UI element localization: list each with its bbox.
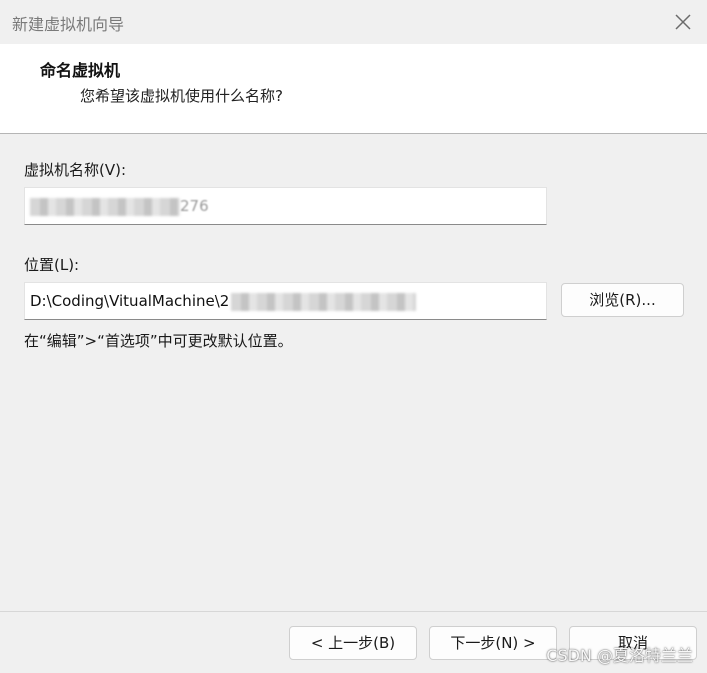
watermark: CSDN @夏洛特兰兰 [546, 646, 693, 665]
footer-divider [0, 611, 707, 612]
location-label: 位置(L): [24, 256, 80, 274]
vm-name-input[interactable]: 276 [24, 187, 547, 225]
browse-button[interactable]: 浏览(R)... [561, 283, 684, 317]
page-title: 命名虚拟机 [40, 61, 121, 80]
vm-name-visible-part: 276 [180, 197, 209, 215]
title-bar: 新建虚拟机向导 [0, 0, 707, 44]
vm-name-label: 虚拟机名称(V): [24, 161, 127, 179]
new-vm-wizard-window: 新建虚拟机向导 命名虚拟机 您希望该虚拟机使用什么名称? 虚拟机名称(V): 2… [0, 0, 707, 673]
window-title: 新建虚拟机向导 [12, 15, 125, 34]
location-hint: 在“编辑”>“首选项”中可更改默认位置。 [24, 332, 293, 350]
location-input[interactable]: D:\Coding\VitualMachine\2 [24, 282, 547, 320]
location-value: D:\Coding\VitualMachine\2 [30, 292, 230, 310]
close-icon[interactable] [669, 8, 697, 36]
back-button[interactable]: < 上一步(B) [289, 626, 417, 660]
next-button[interactable]: 下一步(N) > [429, 626, 557, 660]
redacted-text [30, 197, 180, 216]
wizard-header: 命名虚拟机 您希望该虚拟机使用什么名称? [0, 44, 707, 134]
redacted-text [231, 292, 417, 311]
page-subtitle: 您希望该虚拟机使用什么名称? [80, 87, 283, 105]
